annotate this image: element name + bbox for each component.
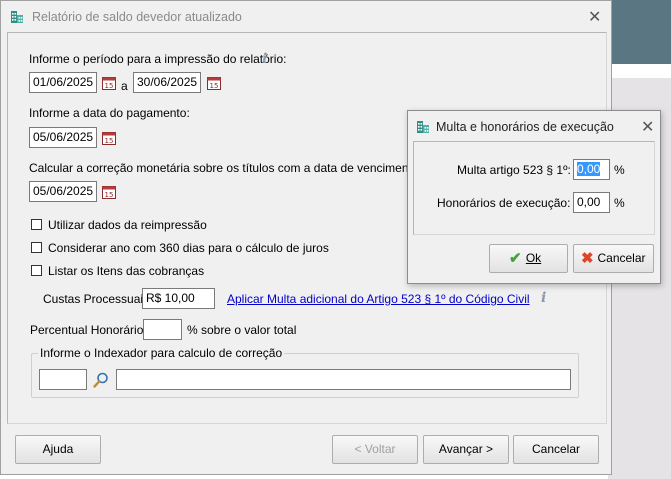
subdialog-title: Multa e honorários de execução (436, 120, 614, 134)
period-end-input[interactable]: 30/06/2025 (133, 72, 201, 93)
svg-text:15: 15 (105, 82, 114, 90)
period-label: Informe o período para a impressão do re… (29, 52, 287, 66)
indexador-legend: Informe o Indexador para calculo de corr… (38, 346, 285, 360)
calendar-icon[interactable]: 15 (101, 75, 117, 91)
honorarios-exec-unit: % (614, 196, 625, 210)
checkbox-label: Utilizar dados da reimpressão (48, 218, 207, 232)
multa-input-value: 0,00 (577, 162, 601, 176)
period-separator: a (121, 79, 128, 93)
indexador-desc-input[interactable] (116, 369, 571, 390)
calendar-icon[interactable]: 15 (101, 184, 117, 200)
subdialog-frame (413, 141, 655, 235)
ok-button[interactable]: ✔ Ok (489, 244, 568, 273)
multa-label: Multa artigo 523 § 1º: (457, 163, 571, 177)
magnifier-icon[interactable] (92, 371, 110, 389)
honorarios-input[interactable] (143, 319, 182, 340)
ok-label: Ok (525, 251, 542, 265)
next-button[interactable]: Avançar > (423, 435, 509, 464)
multa-unit: % (614, 163, 625, 177)
honorarios-label: Percentual Honorários: (30, 323, 153, 337)
honorarios-exec-input[interactable]: 0,00 (573, 192, 610, 213)
svg-text:15: 15 (210, 82, 219, 90)
indexador-code-input[interactable] (39, 369, 87, 390)
cancel-sub-label: Cancelar (597, 251, 646, 265)
checkbox-label: Listar os Itens das cobranças (48, 264, 205, 278)
cancel-x-icon: ✖ (581, 250, 594, 267)
svg-text:15: 15 (105, 137, 114, 145)
calendar-icon[interactable]: 15 (206, 75, 222, 91)
help-button[interactable]: Ajuda (15, 435, 101, 464)
custas-input[interactable]: R$ 10,00 (142, 288, 215, 309)
checkbox-label: Considerar ano com 360 dias para o cálcu… (48, 241, 329, 255)
multa-link[interactable]: Aplicar Multa adicional do Artigo 523 § … (227, 292, 530, 306)
payment-label: Informe a data do pagamento: (29, 106, 190, 120)
honorarios-suffix: % sobre o valor total (187, 323, 297, 337)
calendar-icon[interactable]: 15 (101, 130, 117, 146)
multa-input[interactable]: 0,00 (573, 159, 610, 180)
custas-label: Custas Processuais: (43, 292, 153, 306)
cancel-sub-button[interactable]: ✖ Cancelar (573, 244, 654, 273)
period-start-input[interactable]: 01/06/2025 (29, 72, 97, 93)
info-icon: i (262, 51, 268, 67)
checkbox-360-dias[interactable] (31, 242, 42, 253)
dialog-title: Relatório de saldo devedor atualizado (32, 10, 242, 24)
checkbox-listar-itens[interactable] (31, 265, 42, 276)
checkbox-reimpressao[interactable] (31, 219, 42, 230)
payment-date-input[interactable]: 05/06/2025 (29, 127, 97, 148)
close-icon[interactable]: ✕ (588, 10, 601, 26)
correction-label: Calcular a correção monetária sobre os t… (29, 161, 442, 175)
svg-text:15: 15 (105, 191, 114, 199)
honorarios-exec-label: Honorários de execução: (437, 196, 571, 210)
back-button[interactable]: < Voltar (332, 435, 418, 464)
multa-honorarios-dialog: Multa e honorários de execução ✕ Multa a… (407, 110, 661, 284)
cancel-button[interactable]: Cancelar (513, 435, 599, 464)
correction-date-input[interactable]: 05/06/2025 (29, 181, 97, 202)
background-header (608, 0, 671, 64)
building-icon (417, 121, 429, 133)
building-icon (11, 11, 23, 23)
info-icon: i (541, 290, 547, 306)
dialog-titlebar: Relatório de saldo devedor atualizado ✕ (1, 1, 611, 31)
check-icon: ✔ (509, 250, 522, 267)
close-icon[interactable]: ✕ (641, 120, 654, 136)
